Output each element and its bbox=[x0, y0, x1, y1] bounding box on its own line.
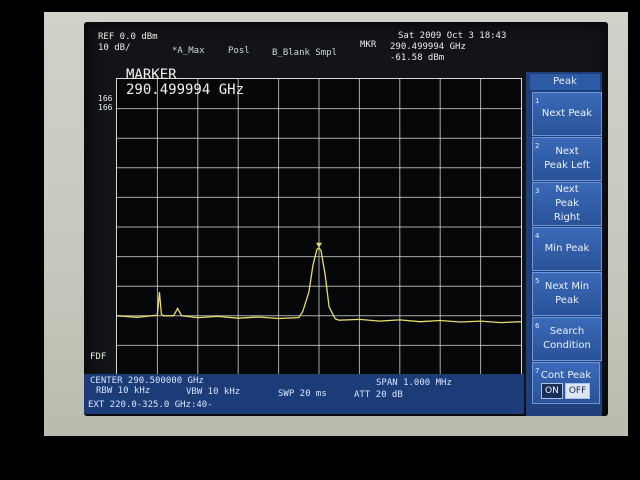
toggle-off[interactable]: OFF bbox=[564, 383, 591, 399]
mkr-amp: -61.58 dBm bbox=[390, 53, 445, 63]
ext-label: EXT 220.0-325.0 GHz:40- bbox=[88, 400, 213, 410]
swp-label: SWP 20 ms bbox=[278, 389, 327, 399]
span-label: SPAN 1.000 MHz bbox=[376, 378, 452, 388]
center-freq: CENTER 290.500000 GHz bbox=[90, 376, 204, 386]
softkey-label: Min Peak bbox=[544, 243, 590, 254]
att-label: ATT 20 dB bbox=[354, 390, 403, 400]
marker-value: 290.499994 GHz bbox=[126, 82, 245, 98]
softkey-number: 5 bbox=[535, 277, 540, 285]
softkey-number: 6 bbox=[535, 322, 540, 330]
marker-readout: MARKER 290.499994 GHz bbox=[126, 68, 244, 98]
rbw-label: RBW 10 kHz bbox=[96, 386, 151, 396]
softkey-menu-title: Peak bbox=[530, 74, 600, 90]
vbw-label: VBW 10 kHz bbox=[186, 387, 241, 397]
marker-diamond bbox=[316, 242, 322, 248]
next-peak-button[interactable]: 1 Next Peak bbox=[532, 92, 602, 136]
marker-title: MARKER bbox=[126, 67, 177, 83]
spectrum-plot bbox=[116, 78, 522, 376]
status-bar: CENTER 290.500000 GHz SPAN 1.000 MHz RBW… bbox=[84, 374, 524, 414]
search-condition-button[interactable]: 6 Search Condition bbox=[532, 317, 602, 361]
softkey-label: Next Peak Left bbox=[544, 146, 590, 171]
softkey-label: Search Condition bbox=[543, 326, 591, 351]
softkey-number: 7 bbox=[535, 367, 540, 375]
softkey-number: 4 bbox=[535, 232, 540, 240]
next-peak-left-button[interactable]: 2 Next Peak Left bbox=[532, 137, 602, 181]
spectrum-svg bbox=[117, 79, 521, 375]
softkey-label: Next Peak bbox=[541, 108, 593, 119]
datetime: Sat 2009 Oct 3 18:43 bbox=[398, 31, 507, 41]
mkr-freq: 290.499994 GHz bbox=[390, 42, 466, 52]
softkey-number: 3 bbox=[535, 187, 540, 195]
fdf-label: FDF bbox=[90, 352, 107, 362]
pos-label: Posl bbox=[228, 46, 250, 56]
next-min-peak-button[interactable]: 5 Next Min Peak bbox=[532, 272, 602, 316]
next-peak-right-button[interactable]: 3 Next Peak Right bbox=[532, 182, 602, 226]
ref-level: REF 0.0 dBm bbox=[98, 32, 158, 42]
scale-label: 10 dB/ bbox=[98, 43, 131, 53]
min-peak-button[interactable]: 4 Min Peak bbox=[532, 227, 602, 271]
toggle-on[interactable]: ON bbox=[541, 383, 563, 399]
softkey-number: 1 bbox=[535, 97, 540, 105]
softkey-label: Next Peak Right bbox=[553, 184, 581, 223]
softkey-label: Cont Peak bbox=[540, 370, 592, 381]
softkey-label: Next Min Peak bbox=[544, 281, 590, 306]
cont-peak-toggle[interactable]: ON OFF bbox=[541, 383, 591, 399]
blank-label: B_Blank Smpl bbox=[272, 48, 338, 58]
softkey-number: 2 bbox=[535, 142, 540, 150]
side-label-2: 166 bbox=[98, 103, 113, 112]
mkr-label: MKR bbox=[360, 40, 377, 50]
analyzer-screen: REF 0.0 dBm 10 dB/ *A_Max Posl B_Blank S… bbox=[84, 22, 608, 416]
cont-peak-button[interactable]: 7 Cont Peak ON OFF bbox=[532, 362, 600, 404]
trace-mode: *A_Max bbox=[172, 46, 205, 56]
